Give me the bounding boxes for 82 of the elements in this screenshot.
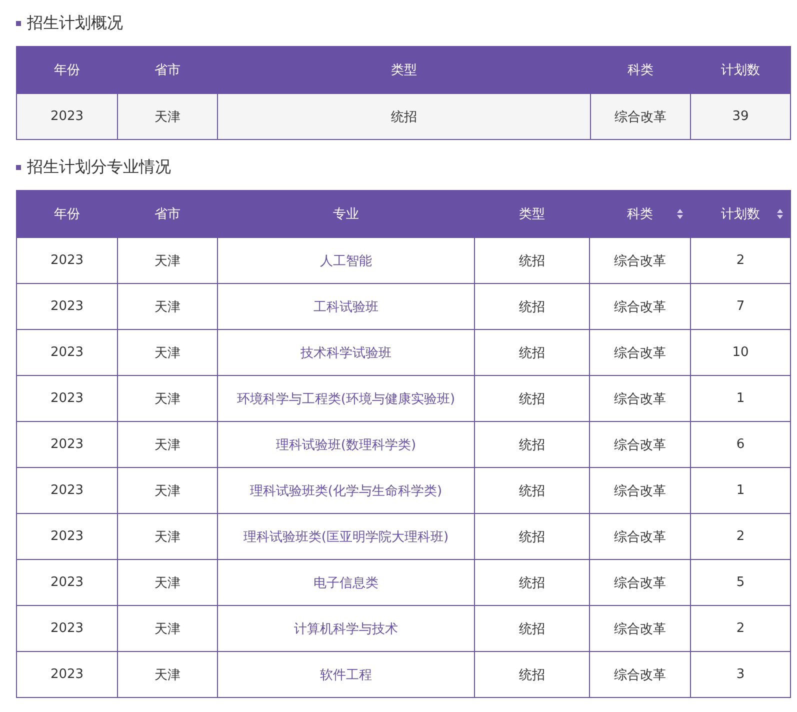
table-cell: 综合改革	[590, 468, 690, 514]
table-cell: 统招	[474, 468, 590, 514]
table-cell: 统招	[474, 652, 590, 698]
table-cell: 综合改革	[590, 238, 690, 284]
table-cell: 2	[690, 238, 790, 284]
table-cell: 综合改革	[590, 606, 690, 652]
column-header: 省市	[118, 190, 218, 238]
table-cell: 统招	[474, 284, 590, 330]
table-cell: 综合改革	[590, 94, 690, 140]
table-cell: 统招	[474, 238, 590, 284]
table-cell: 2023	[16, 238, 118, 284]
table-cell: 综合改革	[590, 514, 690, 560]
table-cell: 统招	[474, 422, 590, 468]
table-cell: 天津	[118, 514, 218, 560]
table-cell: 天津	[118, 560, 218, 606]
column-header: 专业	[218, 190, 474, 238]
table-cell: 2023	[16, 652, 118, 698]
table-cell: 天津	[118, 606, 218, 652]
table-cell: 2023	[16, 422, 118, 468]
major-link[interactable]: 人工智能	[218, 238, 474, 284]
sort-icon[interactable]	[776, 208, 784, 220]
major-link[interactable]: 技术科学试验班	[218, 330, 474, 376]
table-cell: 天津	[118, 422, 218, 468]
table-cell: 39	[690, 94, 790, 140]
column-header: 年份	[16, 190, 118, 238]
table-cell: 2023	[16, 284, 118, 330]
column-header: 省市	[118, 46, 218, 94]
table-cell: 10	[690, 330, 790, 376]
sort-icon[interactable]	[676, 208, 684, 220]
column-header: 计划数	[690, 46, 790, 94]
major-link[interactable]: 环境科学与工程类(环境与健康实验班)	[218, 376, 474, 422]
table-cell: 7	[690, 284, 790, 330]
table-cell: 天津	[118, 94, 218, 140]
table-cell: 统招	[218, 94, 590, 140]
table-cell: 6	[690, 422, 790, 468]
table-cell: 1	[690, 468, 790, 514]
table-cell: 3	[690, 652, 790, 698]
table-cell: 2023	[16, 606, 118, 652]
column-header: 年份	[16, 46, 118, 94]
table-cell: 统招	[474, 330, 590, 376]
heading-marker-icon	[16, 164, 21, 170]
table-cell: 统招	[474, 376, 590, 422]
table-cell: 综合改革	[590, 560, 690, 606]
major-link[interactable]: 电子信息类	[218, 560, 474, 606]
column-header: 类型	[474, 190, 590, 238]
section-title: 招生计划概况	[27, 12, 123, 34]
table-cell: 2023	[16, 468, 118, 514]
table-cell: 2	[690, 514, 790, 560]
major-link[interactable]: 工科试验班	[218, 284, 474, 330]
heading-marker-icon	[16, 20, 21, 26]
table-cell: 综合改革	[590, 330, 690, 376]
table-cell: 2023	[16, 94, 118, 140]
major-link[interactable]: 理科试验班(数理科学类)	[218, 422, 474, 468]
table-cell: 1	[690, 376, 790, 422]
table-cell: 综合改革	[590, 376, 690, 422]
table-cell: 统招	[474, 606, 590, 652]
table-cell: 天津	[118, 468, 218, 514]
table-cell: 统招	[474, 560, 590, 606]
column-header: 类型	[218, 46, 590, 94]
table-cell: 天津	[118, 284, 218, 330]
table-cell: 2023	[16, 330, 118, 376]
sortable-column-header[interactable]: 科类	[590, 190, 690, 238]
table-cell: 统招	[474, 514, 590, 560]
major-link[interactable]: 计算机科学与技术	[218, 606, 474, 652]
table-cell: 2023	[16, 514, 118, 560]
table-cell: 天津	[118, 652, 218, 698]
table-cell: 5	[690, 560, 790, 606]
column-header: 科类	[590, 46, 690, 94]
table-cell: 综合改革	[590, 652, 690, 698]
table-cell: 天津	[118, 238, 218, 284]
major-link[interactable]: 软件工程	[218, 652, 474, 698]
table-cell: 2	[690, 606, 790, 652]
major-link[interactable]: 理科试验班类(匡亚明学院大理科班)	[218, 514, 474, 560]
table-cell: 2023	[16, 560, 118, 606]
table-cell: 2023	[16, 376, 118, 422]
major-link[interactable]: 理科试验班类(化学与生命科学类)	[218, 468, 474, 514]
table-cell: 综合改革	[590, 422, 690, 468]
table-cell: 综合改革	[590, 284, 690, 330]
table-cell: 天津	[118, 376, 218, 422]
section-title: 招生计划分专业情况	[27, 156, 171, 178]
sortable-column-header[interactable]: 计划数	[690, 190, 790, 238]
table-cell: 天津	[118, 330, 218, 376]
